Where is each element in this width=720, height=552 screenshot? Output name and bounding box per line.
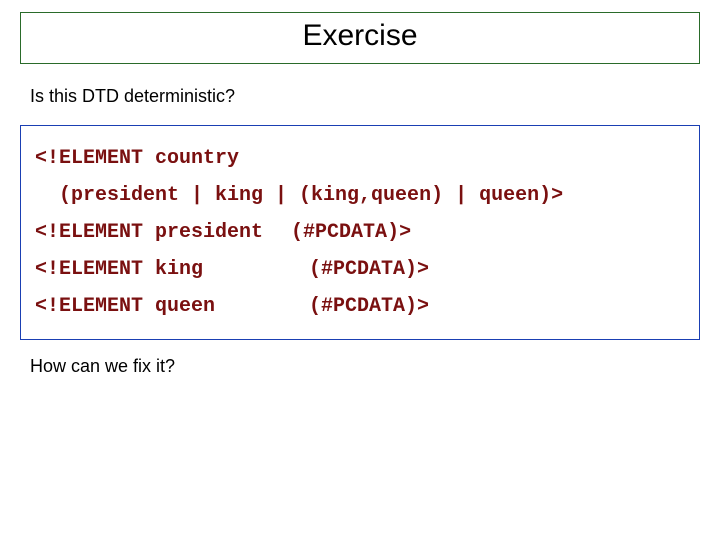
code-row-queen: <!ELEMENT queen (#PCDATA)>	[35, 288, 685, 325]
code-right: (#PCDATA)>	[309, 288, 429, 325]
slide-title: Exercise	[302, 19, 417, 52]
question-2: How can we fix it?	[30, 356, 720, 377]
question-1: Is this DTD deterministic?	[30, 86, 720, 107]
code-line-1: <!ELEMENT country	[35, 140, 685, 177]
code-left: <!ELEMENT president	[35, 214, 263, 251]
code-left: <!ELEMENT queen	[35, 288, 281, 325]
code-left: <!ELEMENT king	[35, 251, 281, 288]
code-line-2: (president | king | (king,queen) | queen…	[35, 177, 685, 214]
code-row-king: <!ELEMENT king (#PCDATA)>	[35, 251, 685, 288]
code-right: (#PCDATA)>	[309, 251, 429, 288]
code-row-president: <!ELEMENT president (#PCDATA)>	[35, 214, 685, 251]
title-box: Exercise	[20, 12, 700, 64]
dtd-code-box: <!ELEMENT country (president | king | (k…	[20, 125, 700, 340]
code-right: (#PCDATA)>	[291, 214, 411, 251]
